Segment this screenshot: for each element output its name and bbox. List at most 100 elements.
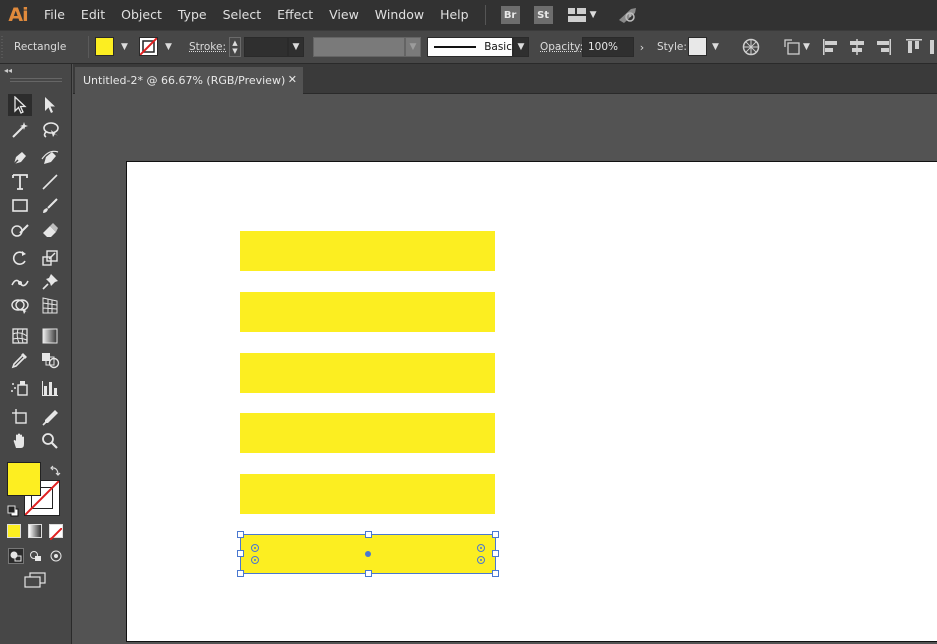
document-tab[interactable]: Untitled-2* @ 66.67% (RGB/Preview) ✕ [75,67,303,94]
menu-window[interactable]: Window [367,0,432,30]
eyedropper-tool[interactable] [8,349,32,371]
corner-radius-widget[interactable] [477,544,485,552]
brush-definition[interactable]: Basic ▼ [427,37,529,57]
direct-selection-tool[interactable] [38,94,62,116]
hand-tool[interactable] [8,430,32,452]
stock-button[interactable]: St [533,6,553,24]
resize-handle[interactable] [492,531,499,538]
stroke-label[interactable]: Stroke: [189,41,226,53]
align-left-button[interactable] [822,38,840,56]
zoom-tool[interactable] [38,430,62,452]
stroke-weight-spinner[interactable]: ▲ ▼ [229,37,241,57]
slice-tool[interactable] [38,406,62,428]
brush-dropdown[interactable]: ▼ [513,37,529,57]
menu-help[interactable]: Help [432,0,477,30]
align-right-button[interactable] [874,38,892,56]
collapse-panel-icon[interactable]: ◂◂ [4,66,12,75]
align-center-button[interactable] [848,38,866,56]
artboard[interactable] [126,161,937,642]
corner-radius-widget[interactable] [477,556,485,564]
default-fill-stroke-button[interactable] [7,502,19,521]
stroke-weight-field[interactable] [244,37,288,57]
draw-behind-button[interactable] [28,548,44,568]
menu-select[interactable]: Select [215,0,270,30]
color-mode-button[interactable] [7,524,21,538]
magic-wand-tool[interactable] [8,119,32,141]
perspective-grid-tool[interactable] [38,295,62,317]
curvature-tool[interactable] [38,147,62,169]
puppet-warp-tool[interactable] [38,271,62,293]
corner-radius-widget[interactable] [251,544,259,552]
draw-inside-button[interactable] [48,548,64,568]
yellow-rectangle[interactable] [240,413,495,453]
stroke-weight-control[interactable]: ▲ ▼ ▼ [229,37,304,57]
artboard-tool[interactable] [8,406,32,428]
gradient-mode-button[interactable] [28,524,42,538]
align-vertical-center-button[interactable] [929,38,937,56]
change-screen-mode-button[interactable] [24,572,46,592]
resize-handle[interactable] [492,550,499,557]
blend-tool[interactable] [38,349,62,371]
resize-handle[interactable] [492,570,499,577]
resize-handle[interactable] [365,531,372,538]
menu-object[interactable]: Object [113,0,170,30]
chevron-down-icon: ▼ [409,42,417,52]
align-top-button[interactable] [905,38,923,56]
yellow-rectangle[interactable] [240,231,495,271]
control-grip[interactable] [0,31,6,63]
eraser-tool[interactable] [38,219,62,241]
menu-effect[interactable]: Effect [269,0,321,30]
type-tool[interactable] [8,171,32,193]
scale-tool[interactable] [38,247,62,269]
resize-handle[interactable] [365,570,372,577]
line-segment-tool[interactable] [38,171,62,193]
menu-edit[interactable]: Edit [73,0,113,30]
opacity-label[interactable]: Opacity: [540,41,583,53]
opacity-slider-button[interactable]: › [634,37,650,57]
lasso-tool[interactable] [38,119,62,141]
close-icon[interactable]: ✕ [288,73,297,86]
symbol-sprayer-tool[interactable] [8,377,32,399]
opacity-field[interactable]: 100% [582,37,634,57]
yellow-rectangle[interactable] [240,292,495,332]
yellow-rectangle[interactable] [240,353,495,393]
rectangle-tool[interactable] [8,195,32,217]
gradient-tool[interactable] [38,325,62,347]
selection-tool[interactable] [8,94,32,116]
swap-fill-stroke-button[interactable] [49,462,61,481]
resize-handle[interactable] [237,531,244,538]
menu-view[interactable]: View [321,0,367,30]
resize-handle[interactable] [237,570,244,577]
recolor-artwork-button[interactable] [742,38,760,56]
opacity-control[interactable]: 100% › [582,37,650,57]
bridge-button[interactable]: Br [500,6,520,24]
corner-radius-widget[interactable] [251,556,259,564]
pen-tool[interactable] [8,147,32,169]
tools-panel-grip[interactable] [10,78,62,82]
rotate-tool[interactable] [8,247,32,269]
variable-width-profile[interactable]: ▼ [313,37,421,57]
resize-handle[interactable] [237,550,244,557]
fill-color-swatch-front[interactable] [7,462,41,496]
menu-file[interactable]: File [36,0,73,30]
shaper-tool[interactable] [8,219,32,241]
graphic-style-dropdown[interactable]: ▼ [688,37,719,56]
chevron-down-icon: ▼ [712,41,719,52]
column-graph-tool[interactable] [38,377,62,399]
draw-normal-button[interactable] [8,548,24,568]
mesh-tool[interactable] [8,325,32,347]
transform-dropdown[interactable]: ▼ [783,38,810,56]
width-tool[interactable] [8,271,32,293]
stroke-weight-dropdown[interactable]: ▼ [288,37,304,57]
workspace-switcher[interactable]: ▼ [567,8,597,22]
chevron-down-icon: ▼ [803,42,810,52]
fill-swatch-dropdown[interactable]: ▼ [95,37,128,56]
paintbrush-tool[interactable] [38,195,62,217]
yellow-rectangle[interactable] [240,474,495,514]
none-mode-button[interactable] [49,524,63,541]
style-label: Style: [657,41,687,53]
stroke-swatch-dropdown[interactable]: ▼ [139,37,172,56]
gpu-performance-button[interactable] [617,6,639,24]
shape-builder-tool[interactable] [8,295,32,317]
menu-type[interactable]: Type [170,0,215,30]
